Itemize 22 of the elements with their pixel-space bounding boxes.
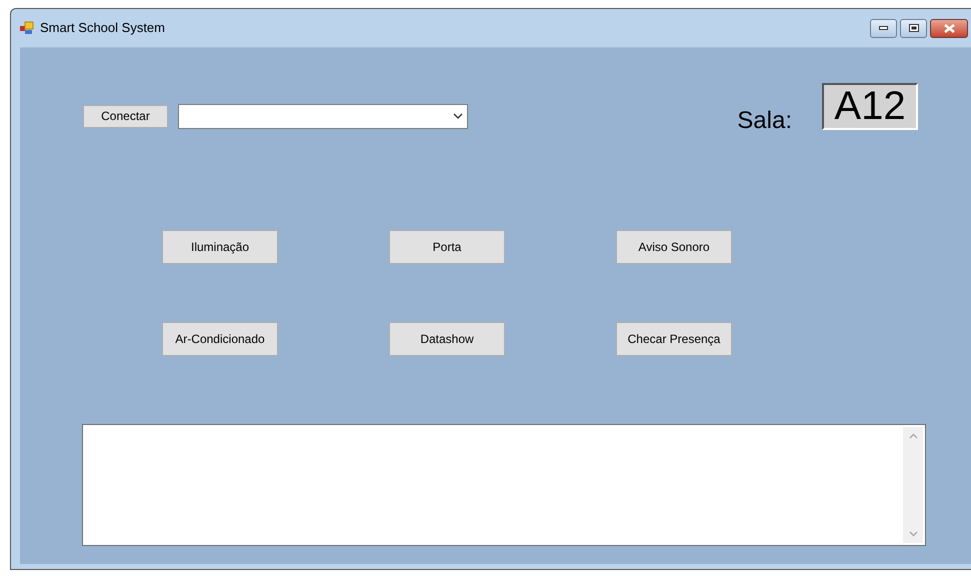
action-button[interactable]: Ar-Condicionado bbox=[162, 322, 278, 356]
app-icon bbox=[20, 21, 34, 35]
scroll-up-icon bbox=[908, 433, 918, 439]
port-dropdown[interactable] bbox=[178, 104, 468, 128]
action-button[interactable]: Aviso Sonoro bbox=[616, 230, 732, 264]
room-label: Sala: bbox=[737, 106, 792, 136]
room-display: A12 bbox=[822, 82, 918, 130]
minimize-button[interactable] bbox=[870, 18, 897, 38]
action-button[interactable]: Checar Presença bbox=[616, 322, 732, 356]
chevron-down-icon bbox=[453, 113, 463, 119]
maximize-icon bbox=[908, 24, 918, 32]
connect-button[interactable]: Conectar bbox=[83, 104, 168, 128]
scrollbar[interactable] bbox=[903, 427, 923, 543]
scroll-down-icon bbox=[908, 531, 918, 537]
close-icon bbox=[944, 24, 954, 32]
minimize-icon bbox=[879, 26, 888, 30]
window-title: Smart School System bbox=[40, 19, 165, 38]
action-button[interactable]: Datashow bbox=[389, 322, 505, 356]
maximize-button[interactable] bbox=[900, 18, 927, 38]
close-button[interactable] bbox=[930, 18, 968, 38]
action-button[interactable]: Iluminação bbox=[162, 230, 278, 264]
action-button[interactable]: Porta bbox=[389, 230, 505, 264]
